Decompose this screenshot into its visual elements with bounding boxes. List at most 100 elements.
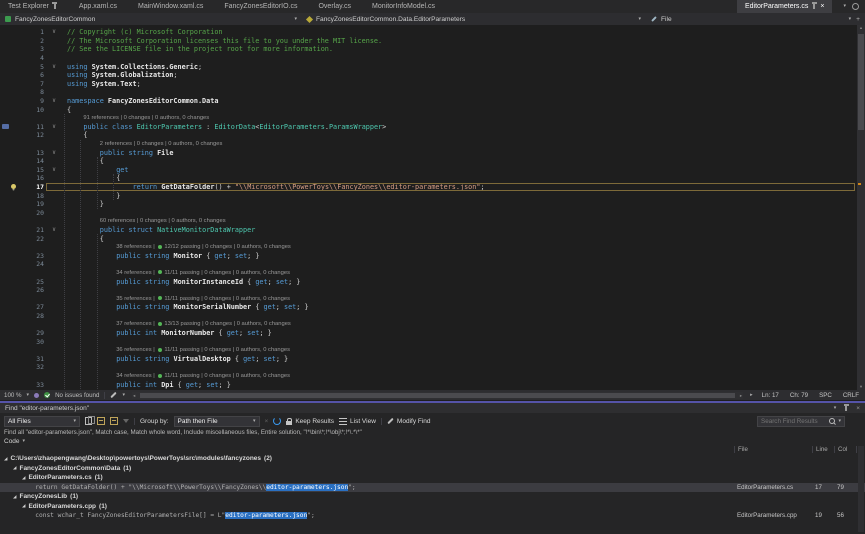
fold-chevron-icon[interactable]: ∨ [47,167,61,173]
code-line[interactable]: 22{ [0,234,857,243]
tree-expand-icon[interactable]: ◢ [13,466,16,471]
code-line[interactable]: 29public int MonitorNumber { get; set; } [0,329,857,338]
tab-fancyzoneseditorio[interactable]: FancyZonesEditorIO.cs [216,0,305,13]
code-line[interactable]: 24 [0,260,857,269]
split-editor-icon[interactable]: + [856,16,860,23]
editor-vertical-scrollbar[interactable]: ▴ ▾ [857,25,865,390]
code-line[interactable]: 26 [0,286,857,295]
copy-icon[interactable] [85,417,92,425]
code-line[interactable]: 12{ [0,131,857,140]
codelens-row[interactable]: 2 references | 0 changes | 0 authors, 0 … [0,140,857,149]
tab-list-chevron-down-icon[interactable]: ▾ [843,4,846,9]
fold-chevron-icon[interactable]: ∨ [47,64,61,70]
search-icon[interactable] [829,418,835,424]
tree-expand-icon[interactable]: ◢ [22,476,25,481]
refresh-icon[interactable] [273,417,281,425]
scroll-up-icon[interactable]: ▴ [857,25,865,31]
code-line[interactable]: 32 [0,363,857,372]
code-line[interactable]: 28 [0,312,857,321]
codelens-row[interactable]: 37 references | 13/13 passing | 0 change… [0,320,857,329]
modify-find-button[interactable]: Modify Find [387,418,431,425]
code-line[interactable]: 8 [0,88,857,97]
code-line[interactable]: 13∨public string File [0,148,857,157]
collapse-all-icon[interactable] [110,417,118,425]
chevron-down-icon[interactable]: ▾ [122,393,125,398]
close-icon[interactable]: × [820,3,824,10]
code-line[interactable]: 33public int Dpi { get; set; } [0,380,857,389]
code-editor[interactable]: 1∨// Copyright (c) Microsoft Corporation… [0,25,865,390]
codelens-row[interactable]: 35 references | 11/11 passing | 0 change… [0,294,857,303]
scroll-left-icon[interactable]: ◂ [133,392,135,399]
window-position-chevron-icon[interactable]: ▾ [834,406,837,411]
list-view-button[interactable]: List View [339,418,376,425]
project-dropdown[interactable]: FancyZonesEditorCommon ▾ [0,13,302,25]
column-header-line[interactable]: Line [812,446,834,453]
fold-chevron-icon[interactable]: ∨ [47,227,61,233]
code-line[interactable]: 14{ [0,157,857,166]
fold-chevron-icon[interactable]: ∨ [47,124,61,130]
tab-mainwindow-xaml[interactable]: MainWindow.xaml.cs [130,0,211,13]
code-line[interactable]: 6using System.Globalization; [0,71,857,80]
code-line[interactable]: 10{ [0,105,857,114]
code-line[interactable]: 9∨namespace FancyZonesEditorCommon.Data [0,97,857,106]
find-result-row[interactable]: ◢EditorParameters.cs(1) [0,473,865,483]
code-line[interactable]: 11∨public class EditorParameters : Edito… [0,123,857,132]
find-panel-titlebar[interactable]: Find "editor-parameters.json" ▾ × [0,403,865,413]
code-line[interactable]: 19} [0,200,857,209]
document-health-icon[interactable] [34,393,39,398]
code-line[interactable]: 16{ [0,174,857,183]
code-line[interactable]: 1∨// Copyright (c) Microsoft Corporation [0,28,857,37]
fold-chevron-icon[interactable]: ∨ [47,98,61,104]
code-line[interactable]: 3// See the LICENSE file in the project … [0,45,857,54]
code-line[interactable]: 4 [0,54,857,63]
code-line[interactable]: 25public string MonitorInstanceId { get;… [0,277,857,286]
find-result-row[interactable]: ◢EditorParameters.cpp(1) [0,502,865,512]
code-line[interactable]: 20 [0,208,857,217]
find-result-row[interactable]: ◢C:\Users\zhaopengwang\Desktop\powertoys… [0,454,865,464]
tab-overlay[interactable]: Overlay.cs [310,0,359,13]
codelens-row[interactable]: 91 references | 0 changes | 0 authors, 0… [0,114,857,123]
codelens-row[interactable]: 34 references | 11/11 passing | 0 change… [0,269,857,278]
chevron-down-icon[interactable]: ▾ [838,419,841,424]
pin-icon[interactable] [845,406,847,411]
type-dropdown[interactable]: FancyZonesEditorCommon.Data.EditorParame… [302,13,646,25]
filter-icon[interactable] [123,419,129,423]
codelens-row[interactable]: 36 references | 11/11 passing | 0 change… [0,346,857,355]
find-panel-scrollbar[interactable] [858,446,864,532]
tab-app-xaml[interactable]: App.xaml.cs [71,0,125,13]
find-result-row[interactable]: ◢FancyZonesEditorCommon\Data(1) [0,464,865,474]
find-result-row[interactable]: return GetDataFolder() + "\\Microsoft\\P… [0,483,865,493]
code-line[interactable]: 18} [0,191,857,200]
keep-results-button[interactable]: Keep Results [286,418,334,425]
fold-chevron-icon[interactable]: ∨ [47,29,61,35]
scope-dropdown[interactable]: All Files ▾ [4,416,80,427]
tree-expand-icon[interactable]: ◢ [4,457,7,462]
tree-expand-icon[interactable]: ◢ [13,495,16,500]
code-filter-dropdown[interactable]: Code ▾ [4,437,25,446]
code-line[interactable]: 27public string MonitorSerialNumber { ge… [0,303,857,312]
code-line[interactable]: 30 [0,337,857,346]
issues-status[interactable]: No issues found [55,392,99,399]
pin-icon[interactable] [54,4,56,9]
code-line[interactable]: 21∨public struct NativeMonitorDataWrappe… [0,226,857,235]
tab-test-explorer[interactable]: Test Explorer [0,0,66,13]
tab-monitorinfomodel[interactable]: MonitorInfoModel.cs [364,0,443,13]
scrollbar-thumb[interactable] [140,393,735,398]
tree-expand-icon[interactable]: ◢ [22,504,25,509]
chevron-down-icon[interactable]: ▾ [849,17,852,22]
pin-icon[interactable] [813,4,815,9]
close-icon[interactable]: × [856,405,860,412]
search-find-results-box[interactable]: ▾ [757,416,845,427]
scrollbar-thumb[interactable] [858,34,864,130]
gear-icon[interactable] [852,3,859,10]
code-line[interactable]: 15∨get [0,166,857,175]
search-input[interactable] [761,418,829,425]
code-line[interactable]: 31public string VirtualDesktop { get; se… [0,355,857,364]
pencil-icon[interactable] [111,392,117,398]
codelens-row[interactable]: 60 references | 0 changes | 0 authors, 0… [0,217,857,226]
expand-all-icon[interactable] [97,417,105,425]
column-header-col[interactable]: Col [834,446,856,453]
code-line[interactable]: 2// The Microsoft Corporation licenses t… [0,37,857,46]
group-by-dropdown[interactable]: Path then File ▾ [174,416,260,427]
editor-horizontal-scrollbar[interactable]: ◂ ▸ [132,392,743,399]
